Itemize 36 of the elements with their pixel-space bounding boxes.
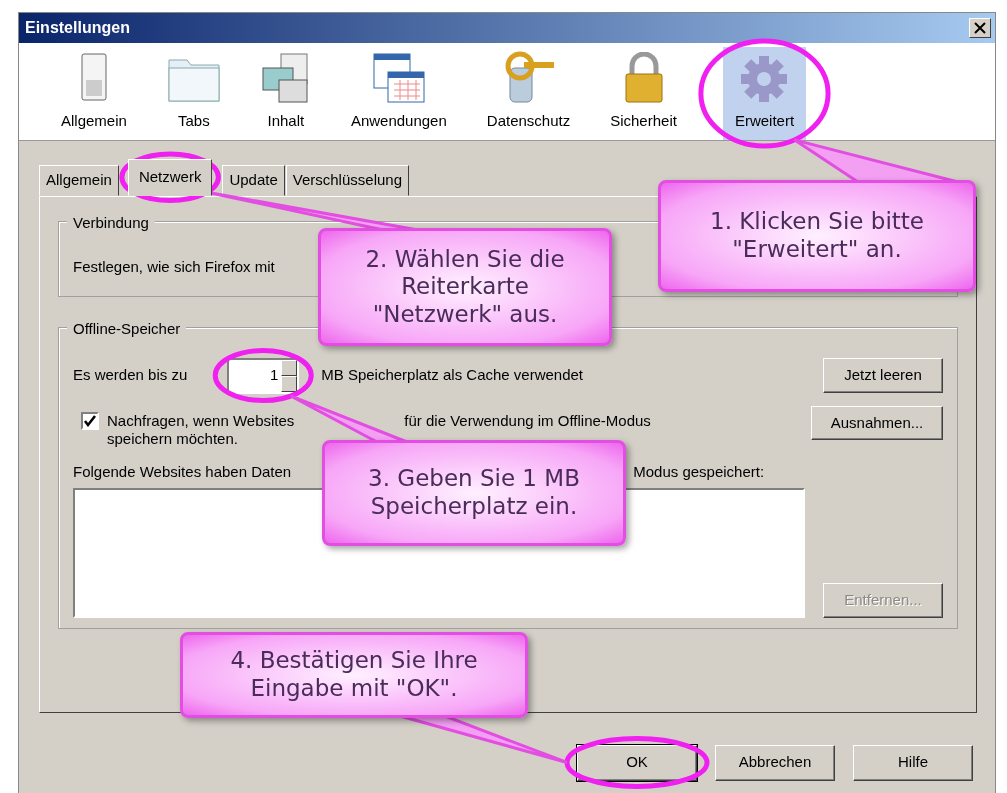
toolbar-tab[interactable]: Allgemein [41,47,147,140]
dialog-button[interactable]: Hilfe [853,744,973,781]
gear-icon [739,53,790,104]
tab[interactable]: Verschlüsselung [285,165,409,196]
exceptions-button[interactable]: Ausnahmen... [811,405,943,440]
toolbar-tab[interactable]: Anwendungen [330,47,467,140]
checkbox-label: speichern möchten. [107,430,238,448]
cache-size-spinner[interactable]: 1 [227,357,300,394]
dialog-button[interactable]: OK [577,744,697,781]
checkbox-label: Nachfragen, wenn Websites [107,411,295,431]
size-label: Es werden bis zu [73,365,188,386]
tab[interactable]: Update [222,165,285,196]
list-label: Folgende Websites haben Daten [73,462,292,482]
connection-text: Festlegen, wie sich Firefox mit [73,257,275,278]
annotation-tooltip: 2. Wählen Sie die Reiterkarte "Netzwerk" aus. [318,228,612,346]
toolbar-tab[interactable]: Datenschutz [466,47,591,140]
list-label: Modus gespeichert: [633,462,765,482]
dialog-button[interactable]: Abbrechen [715,744,835,781]
tab[interactable]: Netzwerk [127,159,213,196]
toolbar-tab[interactable]: Inhalt [240,47,331,140]
size-suffix: MB Speicherplatz als Cache verwendet [321,365,584,386]
annotation-tooltip: 1. Klicken Sie bitte "Erweitert" an. [658,180,976,292]
documents-icon [260,51,311,104]
annotation-tooltip: 3. Geben Sie 1 MB Speicherplatz ein. [322,440,626,546]
clear-now-button[interactable]: Jetzt leeren [823,358,943,393]
toolbar-tab[interactable]: Tabs [146,47,241,140]
checkbox-label: für die Verwendung im Offline-Modus [404,411,651,431]
toolbar-tab[interactable]: Erweitert [722,47,807,140]
toolbar-tab[interactable]: Sicherheit [590,47,697,140]
tab[interactable]: Allgemein [39,165,119,196]
close-button[interactable] [969,18,991,38]
checkbox[interactable] [81,411,99,430]
window-title: Einstellungen [25,18,130,38]
close-icon [974,22,986,34]
calendar-window-icon [371,51,426,104]
annotation-tooltip: 4. Bestätigen Sie Ihre Eingabe mit "OK". [180,632,528,718]
